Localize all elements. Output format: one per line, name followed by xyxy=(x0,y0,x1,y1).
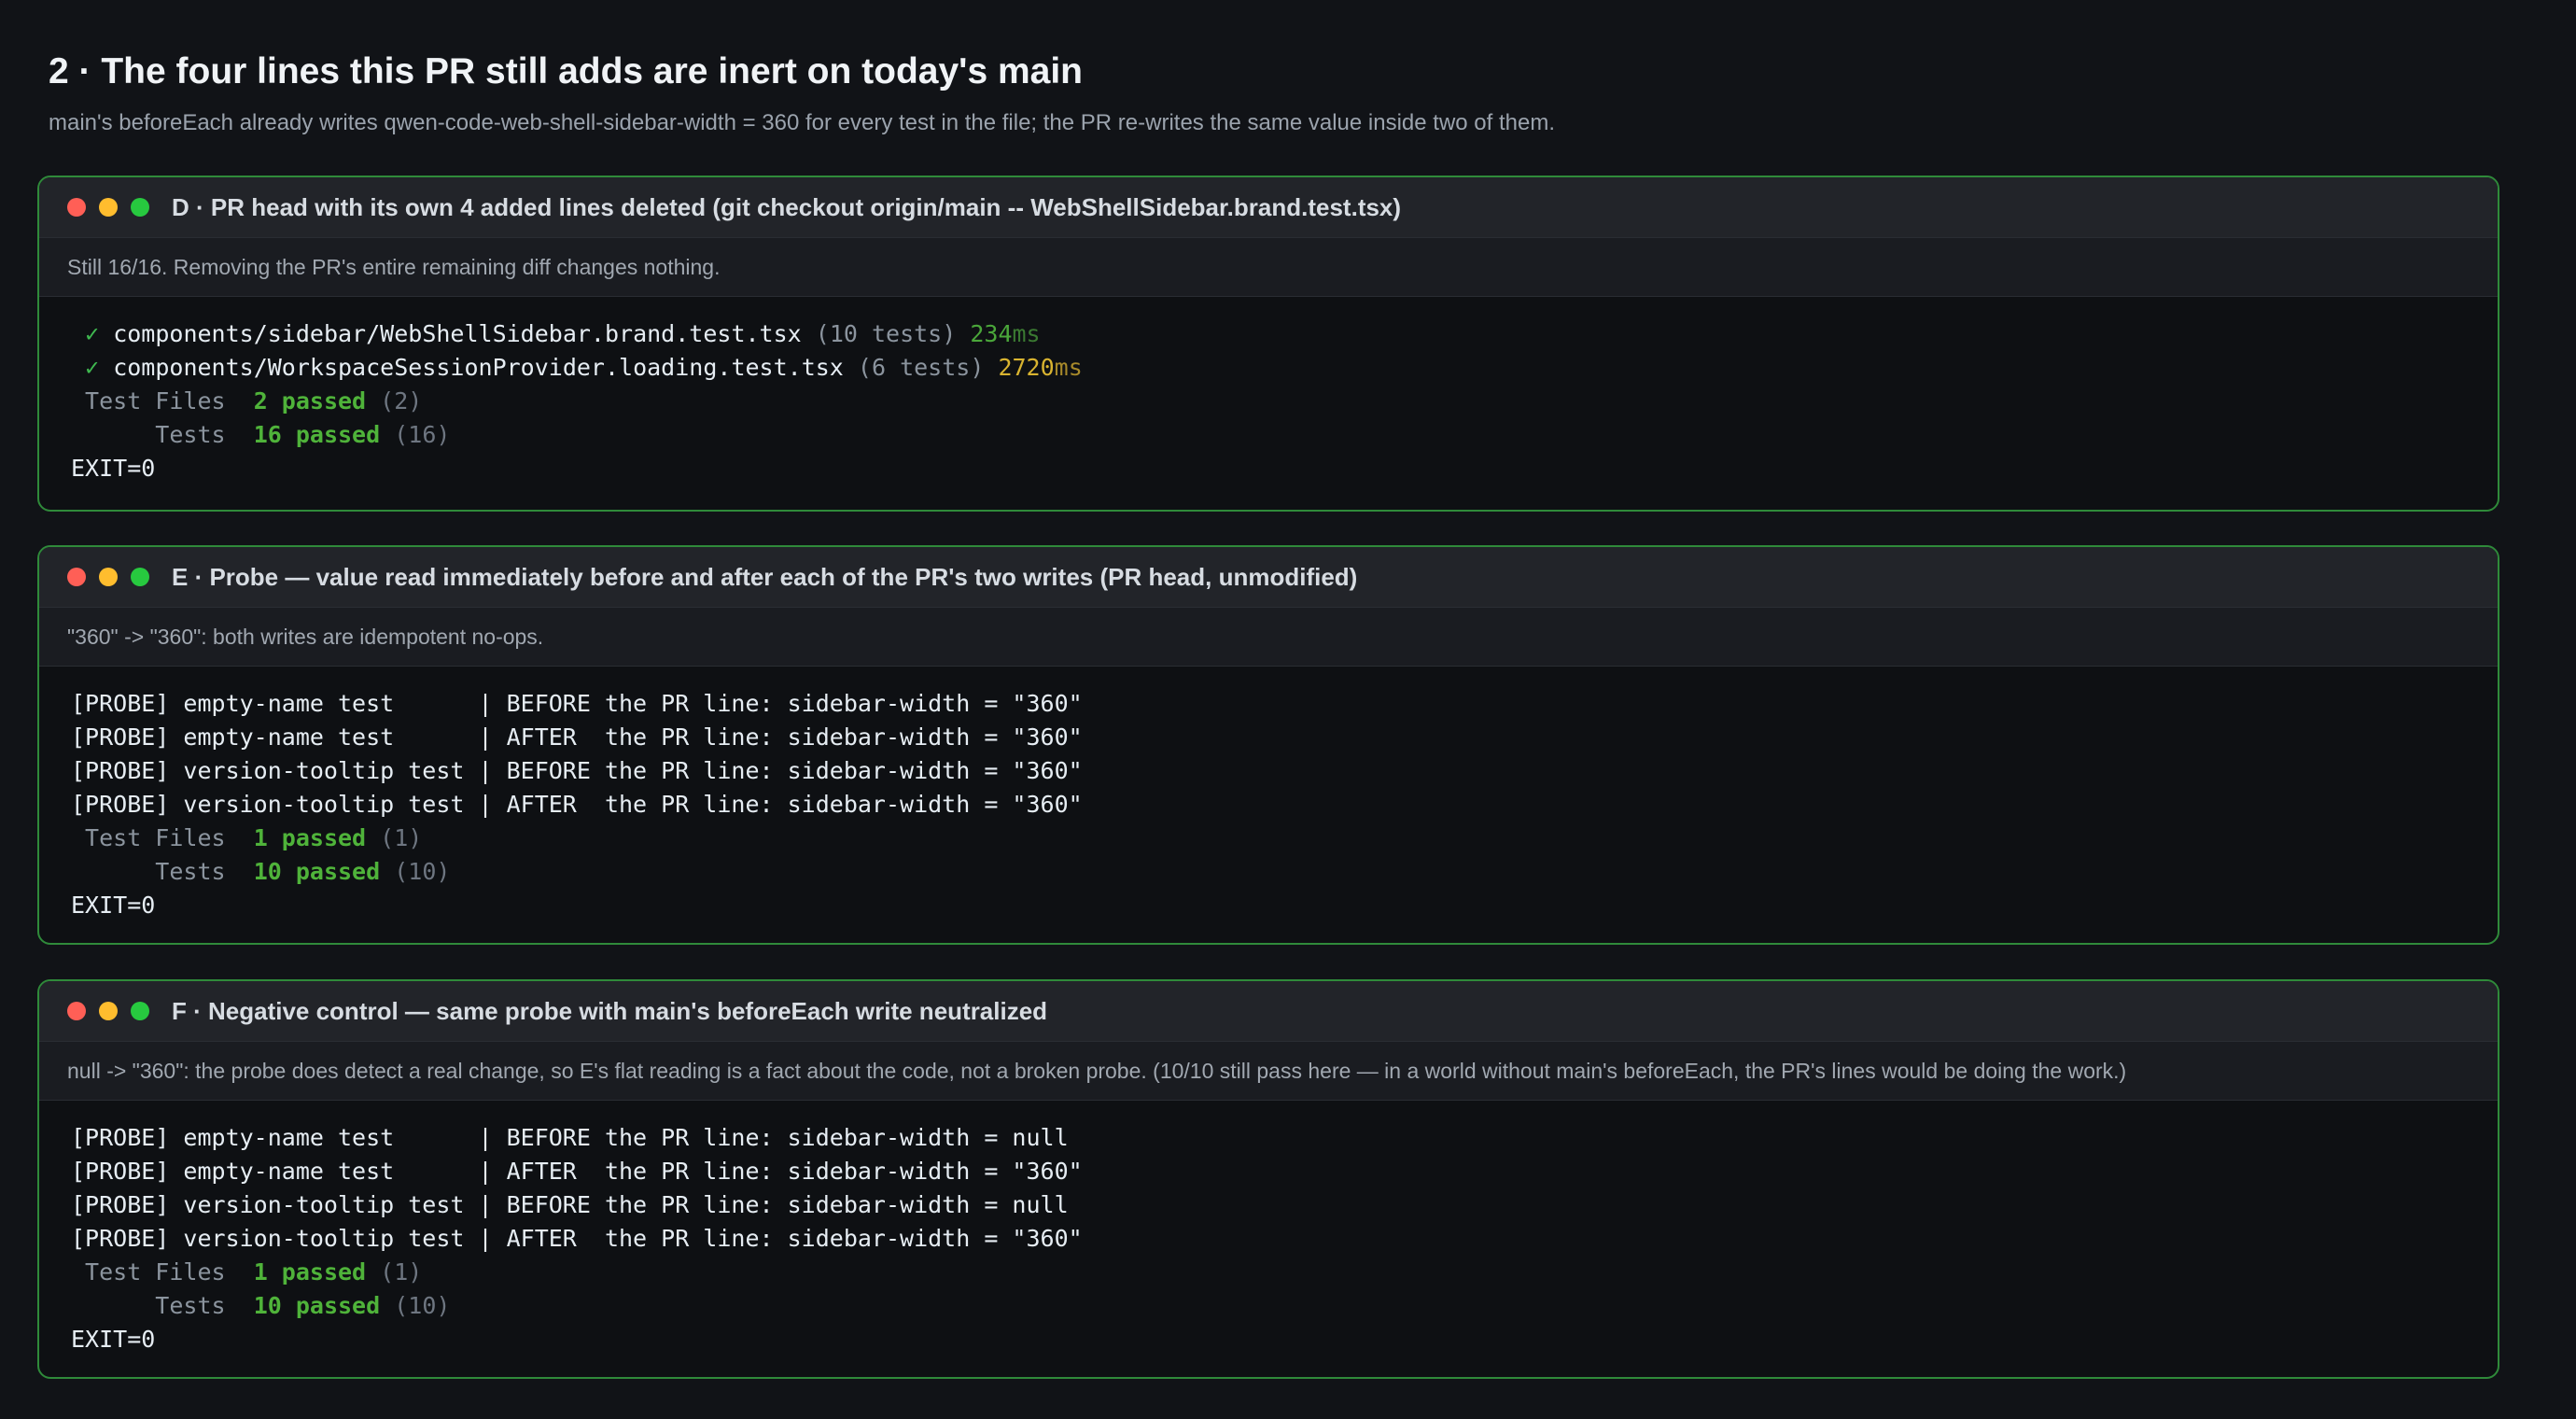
terminal-title: E · Probe — value read immediately befor… xyxy=(172,562,1358,591)
summary-tests-label: Tests xyxy=(71,421,226,448)
probe-line: [PROBE] version-tooltip test | AFTER the… xyxy=(71,791,1083,818)
summary-tests-label: Tests xyxy=(71,858,226,885)
probe-line: [PROBE] empty-name test | BEFORE the PR … xyxy=(71,1124,1069,1151)
minimize-dot-icon xyxy=(99,568,118,586)
section-title: 2 · The four lines this PR still adds ar… xyxy=(49,51,1083,91)
terminal-header: E · Probe — value read immediately befor… xyxy=(39,547,2498,607)
summary-tests-label: Tests xyxy=(71,1292,226,1319)
test-file-path: components/WorkspaceSessionProvider.load… xyxy=(113,354,844,381)
page: 2 · The four lines this PR still adds ar… xyxy=(0,0,2576,1419)
terminal-note: Still 16/16. Removing the PR's entire re… xyxy=(39,237,2498,297)
test-duration: 234 xyxy=(970,320,1013,347)
check-icon: ✓ xyxy=(85,354,100,381)
probe-line: [PROBE] version-tooltip test | BEFORE th… xyxy=(71,757,1083,784)
summary-tests-line: Tests 16 passed (16) xyxy=(71,418,2498,452)
section-subtitle: main's beforeEach already writes qwen-co… xyxy=(49,110,1555,135)
terminal-output: [PROBE] empty-name test | BEFORE the PR … xyxy=(39,1101,2498,1356)
minimize-dot-icon xyxy=(99,1002,118,1020)
duration-unit: ms xyxy=(1054,354,1083,381)
exit-code: EXIT=0 xyxy=(71,455,156,482)
probe-line: [PROBE] version-tooltip test | AFTER the… xyxy=(71,1225,1083,1252)
close-dot-icon xyxy=(67,198,86,217)
terminal-header: F · Negative control — same probe with m… xyxy=(39,981,2498,1041)
maximize-dot-icon xyxy=(131,568,149,586)
terminal-f: F · Negative control — same probe with m… xyxy=(37,979,2499,1379)
test-duration: 2720 xyxy=(998,354,1055,381)
duration-unit: ms xyxy=(1012,320,1041,347)
test-file-path: components/sidebar/WebShellSidebar.brand… xyxy=(113,320,802,347)
summary-files-passed: 1 passed xyxy=(253,824,367,851)
summary-tests-total: (10) xyxy=(394,1292,451,1319)
test-result-line: ✓ components/sidebar/WebShellSidebar.bra… xyxy=(71,317,2498,351)
summary-files-label: Test Files xyxy=(71,387,226,414)
terminal-note: null -> "360": the probe does detect a r… xyxy=(39,1041,2498,1101)
terminal-title: D · PR head with its own 4 added lines d… xyxy=(172,192,1402,221)
summary-tests-total: (16) xyxy=(394,421,451,448)
summary-tests-total: (10) xyxy=(394,858,451,885)
summary-files-total: (1) xyxy=(380,1258,423,1286)
close-dot-icon xyxy=(67,568,86,586)
close-dot-icon xyxy=(67,1002,86,1020)
summary-tests-passed: 10 passed xyxy=(253,858,381,885)
terminal-output: [PROBE] empty-name test | BEFORE the PR … xyxy=(39,667,2498,922)
minimize-dot-icon xyxy=(99,198,118,217)
summary-files-label: Test Files xyxy=(71,824,226,851)
maximize-dot-icon xyxy=(131,1002,149,1020)
test-count: (10 tests) xyxy=(815,320,957,347)
summary-tests-passed: 10 passed xyxy=(253,1292,381,1319)
terminal-d: D · PR head with its own 4 added lines d… xyxy=(37,176,2499,512)
exit-code: EXIT=0 xyxy=(71,892,156,919)
terminal-title: F · Negative control — same probe with m… xyxy=(172,996,1048,1025)
probe-line: [PROBE] empty-name test | AFTER the PR l… xyxy=(71,1158,1083,1185)
terminal-e: E · Probe — value read immediately befor… xyxy=(37,545,2499,945)
terminal-note: "360" -> "360": both writes are idempote… xyxy=(39,607,2498,667)
terminal-output: ✓ components/sidebar/WebShellSidebar.bra… xyxy=(39,297,2498,485)
exit-code: EXIT=0 xyxy=(71,1326,156,1353)
probe-line: [PROBE] version-tooltip test | BEFORE th… xyxy=(71,1191,1069,1218)
summary-files-label: Test Files xyxy=(71,1258,226,1286)
summary-files-line: Test Files 2 passed (2) xyxy=(71,385,2498,418)
summary-files-line: Test Files 1 passed (1) xyxy=(71,1256,2498,1289)
check-icon: ✓ xyxy=(85,320,100,347)
summary-files-total: (2) xyxy=(380,387,423,414)
summary-files-total: (1) xyxy=(380,824,423,851)
terminal-header: D · PR head with its own 4 added lines d… xyxy=(39,177,2498,237)
summary-files-line: Test Files 1 passed (1) xyxy=(71,822,2498,855)
summary-files-passed: 2 passed xyxy=(253,387,367,414)
summary-tests-line: Tests 10 passed (10) xyxy=(71,1289,2498,1323)
test-result-line: ✓ components/WorkspaceSessionProvider.lo… xyxy=(71,351,2498,385)
maximize-dot-icon xyxy=(131,198,149,217)
probe-line: [PROBE] empty-name test | AFTER the PR l… xyxy=(71,724,1083,751)
test-count: (6 tests) xyxy=(857,354,985,381)
summary-tests-passed: 16 passed xyxy=(253,421,381,448)
summary-tests-line: Tests 10 passed (10) xyxy=(71,855,2498,889)
probe-line: [PROBE] empty-name test | BEFORE the PR … xyxy=(71,690,1083,717)
summary-files-passed: 1 passed xyxy=(253,1258,367,1286)
